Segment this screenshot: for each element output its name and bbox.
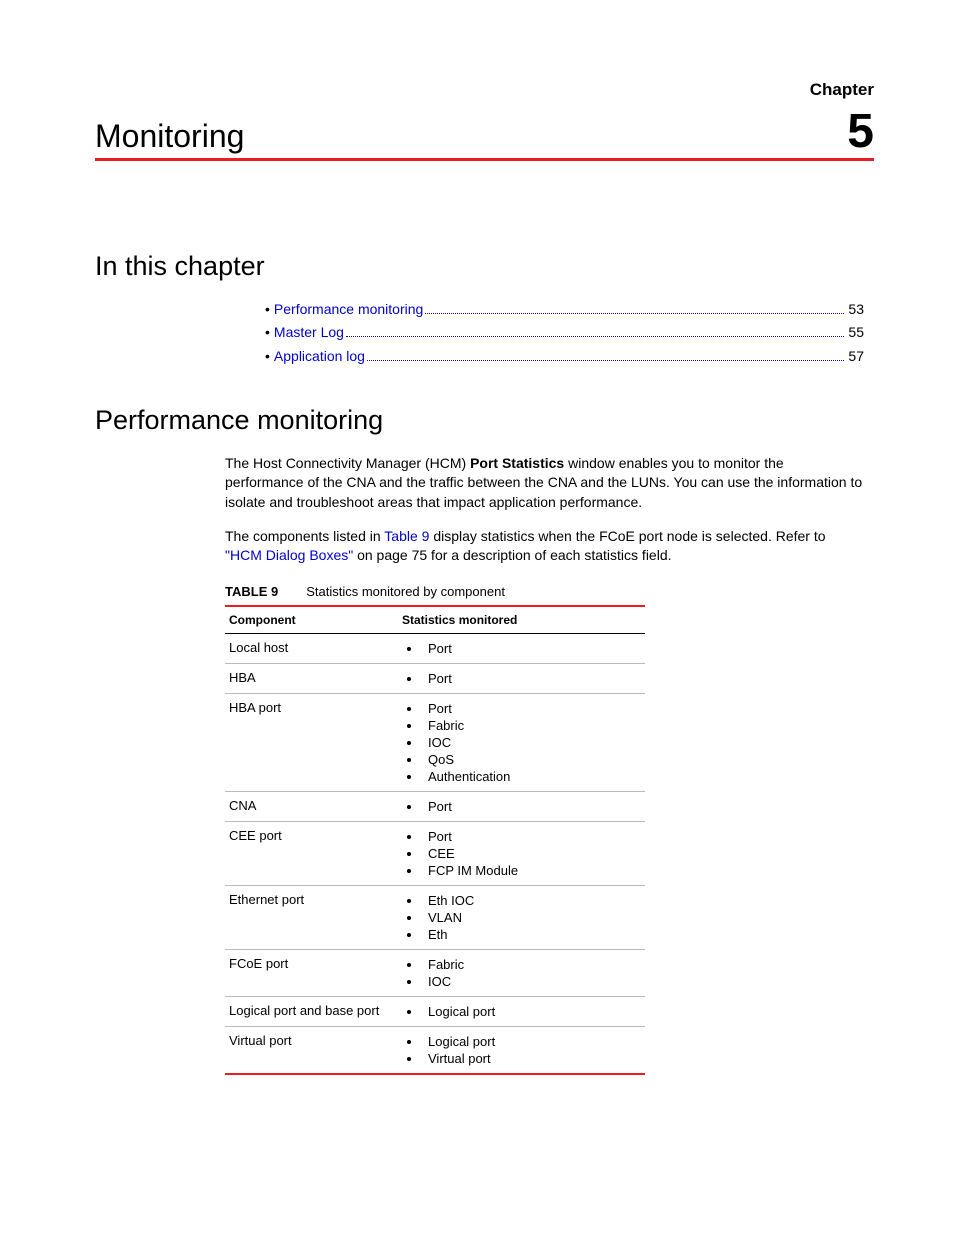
text-run: display statistics when the FCoE port no… (429, 528, 825, 544)
table-row: CNA Port (225, 791, 645, 821)
table-row: Logical port and base port Logical port (225, 996, 645, 1026)
table-row: HBA portPortFabricIOCQoSAuthentication (225, 693, 645, 791)
table-caption-text: Statistics monitored by component (306, 584, 505, 599)
chapter-title: Monitoring (95, 118, 244, 155)
toc-page-number: 53 (848, 301, 864, 317)
cross-reference-link[interactable]: "HCM Dialog Boxes" (225, 547, 353, 563)
component-cell: Ethernet port (225, 885, 398, 949)
statistics-cell: Logical port (398, 996, 645, 1026)
chapter-label: Chapter (95, 80, 874, 100)
statistics-item: QoS (422, 751, 641, 768)
document-page: Chapter Monitoring 5 In this chapter • P… (0, 0, 954, 1235)
component-cell: Local host (225, 633, 398, 663)
statistics-list: Port (402, 640, 641, 657)
toc-item: • Performance monitoring 53 (265, 300, 864, 318)
bullet-icon: • (265, 301, 270, 317)
statistics-cell: FabricIOC (398, 949, 645, 996)
statistics-cell: Logical portVirtual port (398, 1026, 645, 1074)
toc-page-number: 57 (848, 348, 864, 364)
statistics-list: FabricIOC (402, 956, 641, 990)
statistics-list: Logical portVirtual port (402, 1033, 641, 1067)
statistics-item: VLAN (422, 909, 641, 926)
table-row: CEE portPortCEEFCP IM Module (225, 821, 645, 885)
component-cell: Logical port and base port (225, 996, 398, 1026)
component-cell: CEE port (225, 821, 398, 885)
statistics-list: Port (402, 798, 641, 815)
component-cell: Virtual port (225, 1026, 398, 1074)
statistics-item: IOC (422, 734, 641, 751)
statistics-item: Eth IOC (422, 892, 641, 909)
toc-link[interactable]: Master Log (274, 324, 344, 340)
table-row: Local host Port (225, 633, 645, 663)
statistics-item: Virtual port (422, 1050, 641, 1067)
statistics-item: Logical port (422, 1003, 641, 1020)
table-row: Virtual portLogical portVirtual port (225, 1026, 645, 1074)
statistics-cell: PortCEEFCP IM Module (398, 821, 645, 885)
statistics-cell: Port (398, 791, 645, 821)
toc-leader-dots (346, 324, 844, 338)
statistics-list: Eth IOCVLANEth (402, 892, 641, 943)
section-heading-in-this-chapter: In this chapter (95, 251, 874, 282)
paragraph: The Host Connectivity Manager (HCM) Port… (225, 454, 864, 513)
toc-link[interactable]: Application log (274, 348, 365, 364)
table-header-statistics: Statistics monitored (398, 606, 645, 634)
statistics-item: Fabric (422, 956, 641, 973)
component-cell: HBA port (225, 693, 398, 791)
table-caption: TABLE 9 Statistics monitored by component (225, 584, 874, 599)
text-run: The components listed in (225, 528, 384, 544)
statistics-item: Port (422, 828, 641, 845)
section-heading-performance-monitoring: Performance monitoring (95, 405, 874, 436)
statistics-item: Port (422, 700, 641, 717)
component-cell: CNA (225, 791, 398, 821)
statistics-item: Port (422, 798, 641, 815)
statistics-list: PortFabricIOCQoSAuthentication (402, 700, 641, 785)
text-run: on page 75 for a description of each sta… (353, 547, 671, 563)
toc-leader-dots (425, 300, 844, 314)
toc-leader-dots (367, 347, 844, 361)
statistics-table: Component Statistics monitored Local hos… (225, 605, 645, 1075)
table-number: TABLE 9 (225, 584, 278, 599)
statistics-cell: Port (398, 633, 645, 663)
statistics-cell: PortFabricIOCQoSAuthentication (398, 693, 645, 791)
table-row: HBA Port (225, 663, 645, 693)
statistics-item: Eth (422, 926, 641, 943)
statistics-list: Port (402, 670, 641, 687)
statistics-list: PortCEEFCP IM Module (402, 828, 641, 879)
bullet-icon: • (265, 324, 270, 340)
statistics-item: Port (422, 670, 641, 687)
statistics-cell: Port (398, 663, 645, 693)
statistics-item: CEE (422, 845, 641, 862)
toc-link[interactable]: Performance monitoring (274, 301, 423, 317)
chapter-number: 5 (847, 108, 874, 156)
bold-text: Port Statistics (470, 455, 564, 471)
paragraph: The components listed in Table 9 display… (225, 527, 864, 566)
component-cell: FCoE port (225, 949, 398, 996)
toc-list: • Performance monitoring 53 • Master Log… (265, 300, 864, 365)
statistics-item: Logical port (422, 1033, 641, 1050)
table-header-component: Component (225, 606, 398, 634)
statistics-item: IOC (422, 973, 641, 990)
chapter-header: Monitoring 5 (95, 108, 874, 161)
toc-page-number: 55 (848, 324, 864, 340)
bullet-icon: • (265, 348, 270, 364)
statistics-item: Port (422, 640, 641, 657)
text-run: The Host Connectivity Manager (HCM) (225, 455, 470, 471)
toc-item: • Master Log 55 (265, 324, 864, 342)
cross-reference-link[interactable]: Table 9 (384, 528, 429, 544)
toc-item: • Application log 57 (265, 347, 864, 365)
table-row: FCoE portFabricIOC (225, 949, 645, 996)
statistics-item: Authentication (422, 768, 641, 785)
table-row: Ethernet portEth IOCVLANEth (225, 885, 645, 949)
statistics-item: Fabric (422, 717, 641, 734)
statistics-item: FCP IM Module (422, 862, 641, 879)
component-cell: HBA (225, 663, 398, 693)
statistics-cell: Eth IOCVLANEth (398, 885, 645, 949)
statistics-list: Logical port (402, 1003, 641, 1020)
